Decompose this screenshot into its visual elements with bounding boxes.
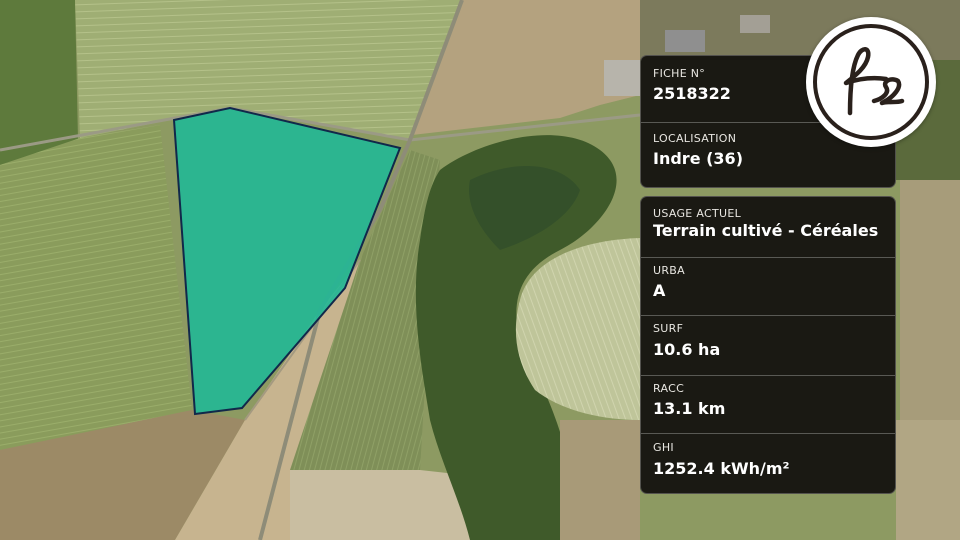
racc-field: RACC 13.1 km xyxy=(641,375,895,433)
usage-field: USAGE ACTUEL Terrain cultivé - Céréales xyxy=(641,197,895,257)
fiche-label: FICHE N° xyxy=(653,67,706,80)
usage-label: USAGE ACTUEL xyxy=(653,207,742,220)
localisation-label: LOCALISATION xyxy=(653,132,737,145)
usage-value: Terrain cultivé - Céréales xyxy=(653,221,879,240)
racc-value: 13.1 km xyxy=(653,399,726,418)
urba-value: A xyxy=(653,281,666,300)
ghi-value: 1252.4 kWh/m² xyxy=(653,459,790,478)
parcel-details-card: USAGE ACTUEL Terrain cultivé - Céréales … xyxy=(640,196,896,494)
fs-monogram-logo xyxy=(806,17,936,147)
surf-label: SURF xyxy=(653,322,684,335)
ghi-field: GHI 1252.4 kWh/m² xyxy=(641,433,895,493)
ghi-label: GHI xyxy=(653,441,674,454)
fiche-value: 2518322 xyxy=(653,84,731,103)
urba-field: URBA A xyxy=(641,257,895,315)
fs-logo-icon xyxy=(813,24,929,140)
urba-label: URBA xyxy=(653,264,685,277)
localisation-value: Indre (36) xyxy=(653,149,743,168)
surf-value: 10.6 ha xyxy=(653,340,721,359)
racc-label: RACC xyxy=(653,382,685,395)
surf-field: SURF 10.6 ha xyxy=(641,315,895,375)
